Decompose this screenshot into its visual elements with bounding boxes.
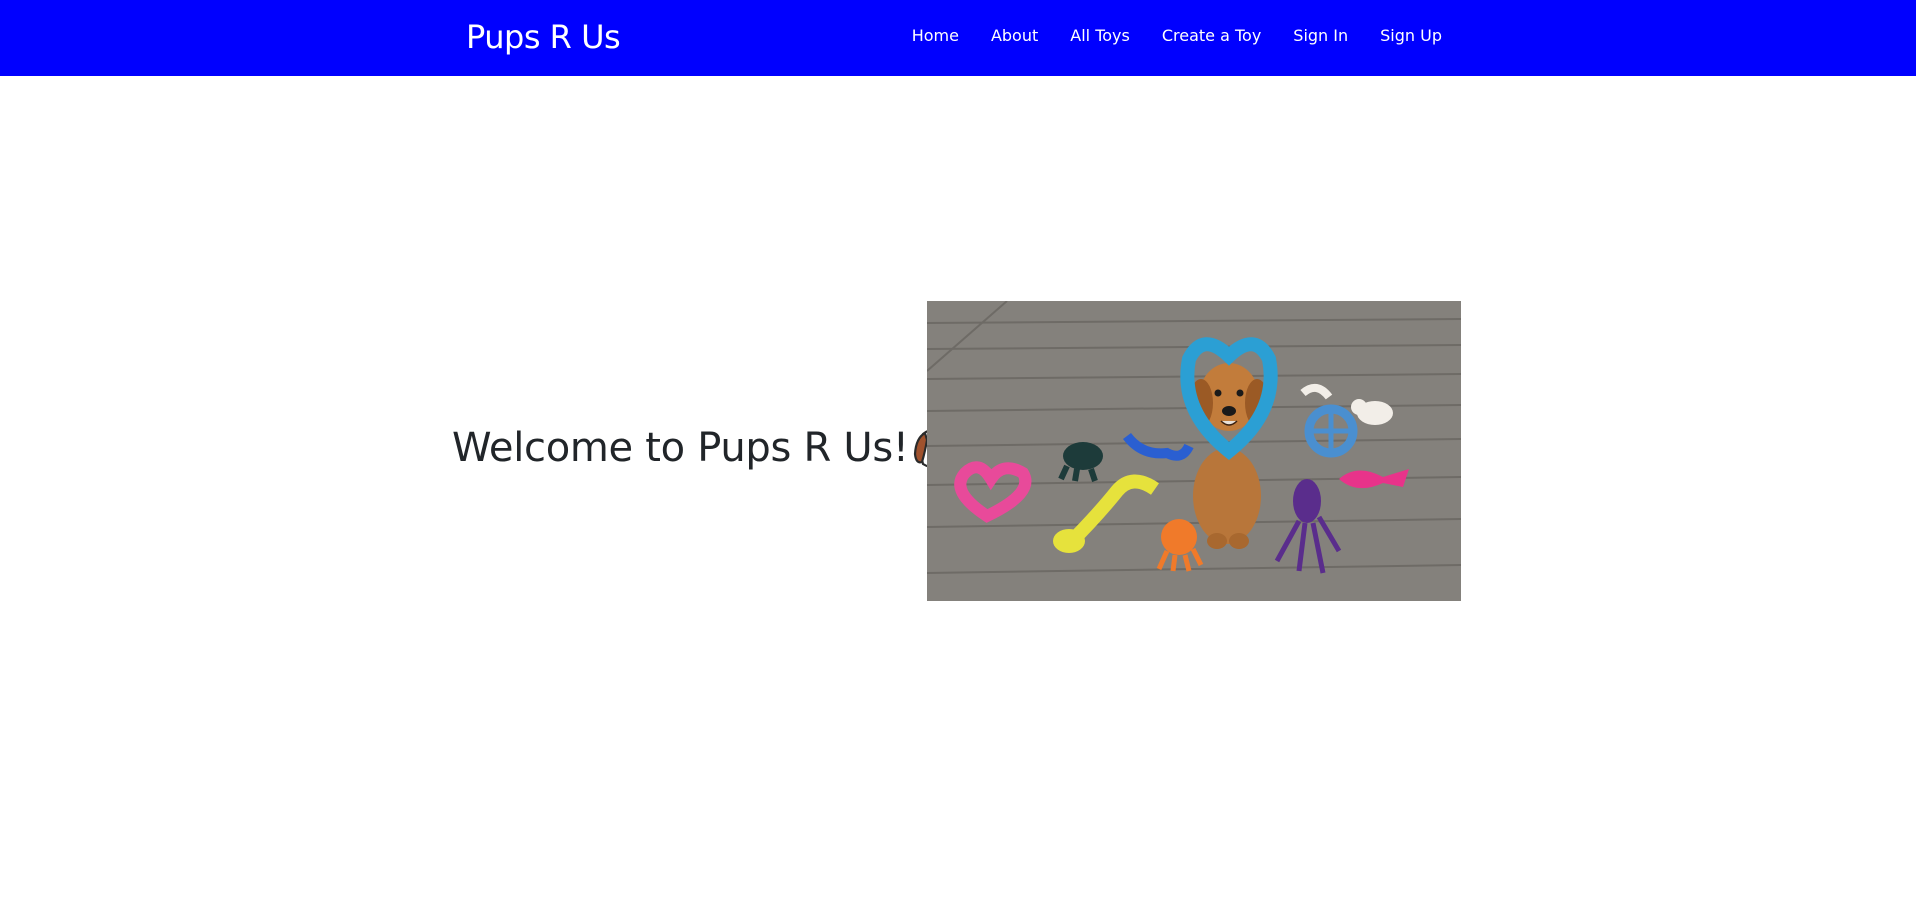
nav-link-home[interactable]: Home: [896, 24, 975, 48]
dark-octopus-toy: [1063, 442, 1103, 470]
welcome-heading: Welcome to Pups R Us!: [452, 420, 959, 476]
purple-squid-toy: [1293, 479, 1321, 523]
nav-links: Home About All Toys Create a Toy Sign In…: [896, 24, 1442, 48]
welcome-text: Welcome to Pups R Us!: [452, 425, 909, 471]
orange-octopus-toy: [1161, 519, 1197, 555]
brand-link[interactable]: Pups R Us: [466, 14, 621, 60]
nav-link-all-toys[interactable]: All Toys: [1054, 24, 1146, 48]
nav-link-sign-up[interactable]: Sign Up: [1364, 24, 1442, 48]
hero-image: [927, 301, 1461, 601]
nav-link-create-a-toy[interactable]: Create a Toy: [1146, 24, 1277, 48]
nav-link-sign-in[interactable]: Sign In: [1277, 24, 1364, 48]
navbar: Pups R Us Home About All Toys Create a T…: [0, 0, 1916, 76]
nav-link-about[interactable]: About: [975, 24, 1054, 48]
